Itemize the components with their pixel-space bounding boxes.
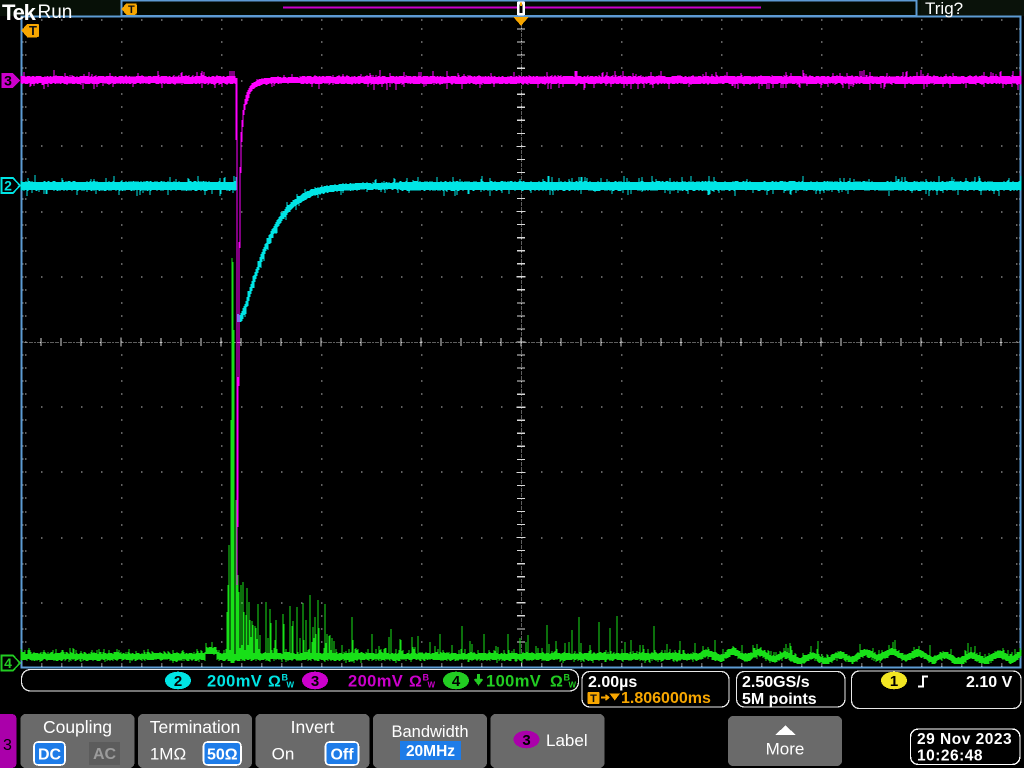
svg-text:200mV: 200mV — [207, 673, 262, 691]
svg-text:DC: DC — [38, 746, 62, 763]
svg-text:3: 3 — [4, 73, 12, 89]
svg-text:2.10 V: 2.10 V — [966, 674, 1013, 691]
svg-text:100mV: 100mV — [486, 673, 541, 691]
svg-text:Label: Label — [546, 731, 588, 750]
svg-text:200mV: 200mV — [348, 673, 403, 691]
svg-text:Coupling: Coupling — [43, 717, 112, 737]
svg-text:3: 3 — [3, 737, 12, 754]
svg-text:T: T — [29, 23, 37, 38]
svg-text:On: On — [272, 745, 295, 764]
svg-text:Trig?: Trig? — [925, 0, 963, 18]
svg-text:AC: AC — [93, 746, 117, 763]
svg-text:10:26:48: 10:26:48 — [917, 748, 983, 765]
svg-text:Termination: Termination — [150, 717, 240, 737]
svg-text:Ω: Ω — [268, 674, 281, 691]
svg-text:2: 2 — [174, 673, 182, 690]
svg-text:29 Nov 2023: 29 Nov 2023 — [917, 731, 1012, 748]
svg-text:2.00µs: 2.00µs — [588, 674, 637, 691]
svg-text:4: 4 — [452, 673, 461, 690]
svg-text:50Ω: 50Ω — [207, 746, 238, 763]
svg-text:Bandwidth: Bandwidth — [391, 723, 468, 741]
svg-text:W: W — [569, 681, 577, 690]
svg-text:20MHz: 20MHz — [406, 743, 455, 760]
svg-text:3: 3 — [311, 673, 319, 690]
svg-text:1.806000ms: 1.806000ms — [621, 690, 711, 707]
svg-text:2.50GS/s: 2.50GS/s — [742, 674, 810, 691]
svg-text:T: T — [128, 4, 135, 16]
svg-text:1MΩ: 1MΩ — [150, 745, 186, 764]
svg-text:W: W — [428, 681, 436, 690]
svg-text:1: 1 — [890, 673, 898, 690]
svg-text:Invert: Invert — [291, 717, 335, 737]
svg-text:3: 3 — [522, 732, 530, 749]
svg-text:Ω: Ω — [409, 674, 422, 691]
svg-text:Off: Off — [330, 746, 354, 763]
svg-text:Tek: Tek — [2, 0, 37, 25]
svg-text:5M points: 5M points — [742, 691, 817, 708]
svg-text:4: 4 — [4, 655, 12, 671]
svg-text:W: W — [287, 681, 295, 690]
svg-text:Run: Run — [38, 2, 73, 23]
svg-text:Ω: Ω — [550, 674, 563, 691]
svg-text:T: T — [590, 693, 597, 705]
svg-text:More: More — [766, 740, 805, 759]
svg-text:2: 2 — [4, 178, 12, 194]
